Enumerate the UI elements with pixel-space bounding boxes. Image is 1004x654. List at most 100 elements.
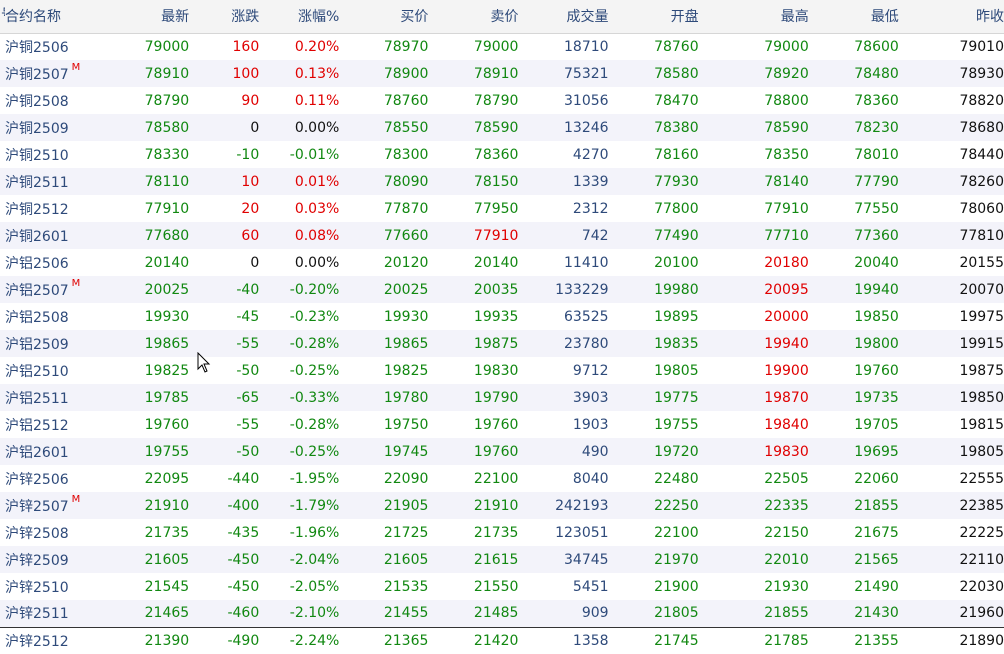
contract-name-cell[interactable]: 沪铜2506: [5, 33, 90, 60]
contract-name-cell[interactable]: 沪锌2512: [5, 627, 90, 654]
change-pct-cell: 0.01%: [294, 173, 340, 190]
quote-row[interactable]: 沪铜2510 78330 -10 -0.01% 78300 78360 4270 78160 7…: [0, 141, 1004, 168]
high-price-cell: 20095: [764, 281, 809, 298]
quote-row[interactable]: 沪铜2601 77680 60 0.08% 77660 77910 742 77490 7771…: [0, 222, 1004, 249]
prev-close-cell: 19875: [959, 362, 1004, 379]
bid-price-cell: 22090: [383, 470, 429, 487]
last-price-cell: 19755: [144, 443, 190, 460]
quote-row[interactable]: 沪锌2506 22095 -440 -1.95% 22090 22100 8040 22480…: [0, 465, 1004, 492]
quote-row[interactable]: 沪铝2506 20140 0 0.00% 20120 20140 11410 20100 201…: [0, 249, 1004, 276]
change-cell: -440: [227, 470, 260, 487]
open-price-cell: 19755: [654, 416, 699, 433]
contract-name-cell[interactable]: 沪铝2509: [5, 330, 90, 357]
contract-name-cell[interactable]: 沪铝2510: [5, 357, 90, 384]
contract-name: 沪铜2509: [5, 120, 69, 137]
header-ask[interactable]: 卖价: [428, 0, 519, 34]
contract-name-cell[interactable]: 沪锌2511: [5, 600, 90, 627]
last-price-cell: 77910: [144, 200, 190, 217]
open-price-cell: 21805: [654, 605, 699, 622]
bid-price-cell: 78970: [383, 38, 429, 55]
ask-price-cell: 78150: [473, 173, 519, 190]
contract-name-cell[interactable]: 沪锌2509: [5, 546, 90, 573]
contract-name-cell[interactable]: 沪铝2507 M: [5, 276, 90, 303]
contract-name-cell[interactable]: 沪铝2512: [5, 411, 90, 438]
contract-name-cell[interactable]: 沪铜2509: [5, 114, 90, 141]
change-cell: -55: [236, 335, 260, 352]
ask-price-cell: 19935: [473, 308, 519, 325]
quote-row[interactable]: 沪铝2601 19755 -50 -0.25% 19745 19760 490 19720 19…: [0, 438, 1004, 465]
open-price-cell: 78380: [654, 119, 699, 136]
header-high[interactable]: 最高: [698, 0, 809, 34]
quote-row[interactable]: 沪铝2511 19785 -65 -0.33% 19780 19790 3903 19775 1…: [0, 384, 1004, 411]
header-name[interactable]: 合约名称: [5, 0, 91, 34]
quote-row[interactable]: 沪锌2509 21605 -450 -2.04% 21605 21615 34745 2197…: [0, 546, 1004, 573]
high-price-cell: 78590: [764, 119, 809, 136]
contract-name-cell[interactable]: 沪锌2506: [5, 465, 90, 492]
quote-row[interactable]: 沪铝2508 19930 -45 -0.23% 19930 19935 63525 19895…: [0, 303, 1004, 330]
high-price-cell: 20180: [764, 254, 809, 271]
header-change-pct[interactable]: 涨幅%: [259, 0, 340, 34]
quote-row[interactable]: 沪锌2512 21390 -490 -2.24% 21365 21420 1358 21745…: [0, 627, 1004, 654]
main-contract-badge: M: [71, 277, 81, 289]
quote-row[interactable]: 沪铝2509 19865 -55 -0.28% 19865 19875 23780 19835…: [0, 330, 1004, 357]
prev-close-cell: 19815: [959, 416, 1004, 433]
quote-row[interactable]: 沪锌2507 M 21910 -400 -1.79% 21905 21910 242193 22…: [0, 492, 1004, 519]
last-price-cell: 19760: [144, 416, 190, 433]
contract-name: 沪铝2509: [5, 336, 69, 353]
high-price-cell: 77710: [764, 227, 809, 244]
quote-row[interactable]: 沪锌2508 21735 -435 -1.96% 21725 21735 123051 221…: [0, 519, 1004, 546]
header-change[interactable]: 涨跌: [189, 0, 260, 34]
contract-name-cell[interactable]: 沪铜2510: [5, 141, 90, 168]
contract-name-cell[interactable]: 沪铜2512: [5, 195, 90, 222]
low-price-cell: 21490: [854, 578, 899, 595]
contract-name: 沪铜2506: [5, 39, 69, 56]
change-cell: -450: [227, 551, 260, 568]
quote-row[interactable]: 沪铜2512 77910 20 0.03% 77870 77950 2312 77800 779…: [0, 195, 1004, 222]
quote-row[interactable]: 沪铜2508 78790 90 0.11% 78760 78790 31056 78470 78…: [0, 87, 1004, 114]
high-price-cell: 19830: [764, 443, 809, 460]
contract-name-cell[interactable]: 沪铝2508: [5, 303, 90, 330]
last-price-cell: 21735: [144, 524, 190, 541]
change-pct-cell: -1.96%: [289, 524, 340, 541]
quote-row[interactable]: 沪铝2507 M 20025 -40 -0.20% 20025 20035 133229 199…: [0, 276, 1004, 303]
contract-name-cell[interactable]: 沪锌2508: [5, 519, 90, 546]
header-low[interactable]: 最低: [808, 0, 899, 34]
change-pct-cell: -0.25%: [289, 362, 340, 379]
low-price-cell: 22060: [854, 470, 899, 487]
quote-row[interactable]: 沪铜2507 M 78910 100 0.13% 78900 78910 75321 78580…: [0, 60, 1004, 87]
contract-name-cell[interactable]: 沪铝2601: [5, 438, 90, 465]
contract-name-cell[interactable]: 沪铝2506: [5, 249, 90, 276]
contract-name-cell[interactable]: 沪锌2507 M: [5, 492, 90, 519]
main-contract-badge: M: [71, 61, 81, 73]
quote-row[interactable]: 沪锌2511 21465 -460 -2.10% 21455 21485 909 21805 2…: [0, 600, 1004, 627]
header-last[interactable]: 最新: [90, 0, 190, 34]
prev-close-cell: 78820: [959, 92, 1004, 109]
contract-name-cell[interactable]: 沪铜2508: [5, 87, 90, 114]
open-price-cell: 22250: [654, 497, 699, 514]
contract-name: 沪铜2511: [5, 174, 69, 191]
quote-row[interactable]: 沪铝2510 19825 -50 -0.25% 19825 19830 9712 19805 1…: [0, 357, 1004, 384]
quote-row[interactable]: 沪铜2509 78580 0 0.00% 78550 78590 13246 78380 785…: [0, 114, 1004, 141]
low-price-cell: 78230: [854, 119, 899, 136]
change-cell: -435: [227, 524, 260, 541]
quote-row[interactable]: 沪铜2506 79000 160 0.20% 78970 79000 18710 78760 7…: [0, 33, 1004, 60]
contract-name-cell[interactable]: 沪铜2507 M: [5, 60, 90, 87]
header-bid[interactable]: 买价: [339, 0, 429, 34]
contract-name-cell[interactable]: 沪铝2511: [5, 384, 90, 411]
change-pct-cell: -2.24%: [289, 632, 340, 649]
contract-name-cell[interactable]: 沪铜2601: [5, 222, 90, 249]
header-open[interactable]: 开盘: [608, 0, 699, 34]
header-volume[interactable]: 成交量: [518, 0, 609, 34]
contract-name-cell[interactable]: 沪铜2511: [5, 168, 90, 195]
quote-row[interactable]: 沪铜2511 78110 10 0.01% 78090 78150 1339 77930 781…: [0, 168, 1004, 195]
contract-name: 沪铝2512: [5, 417, 69, 434]
low-price-cell: 19735: [854, 389, 899, 406]
bid-price-cell: 21725: [383, 524, 429, 541]
header-prev-close[interactable]: 昨收: [898, 0, 1004, 34]
contract-name-cell[interactable]: 沪锌2510: [5, 573, 90, 600]
quote-row[interactable]: 沪铝2512 19760 -55 -0.28% 19750 19760 1903 19755 1…: [0, 411, 1004, 438]
quote-row[interactable]: 沪锌2510 21545 -450 -2.05% 21535 21550 5451 21900…: [0, 573, 1004, 600]
low-price-cell: 77550: [854, 200, 899, 217]
change-pct-cell: 0.11%: [294, 92, 340, 109]
high-price-cell: 78140: [764, 173, 809, 190]
